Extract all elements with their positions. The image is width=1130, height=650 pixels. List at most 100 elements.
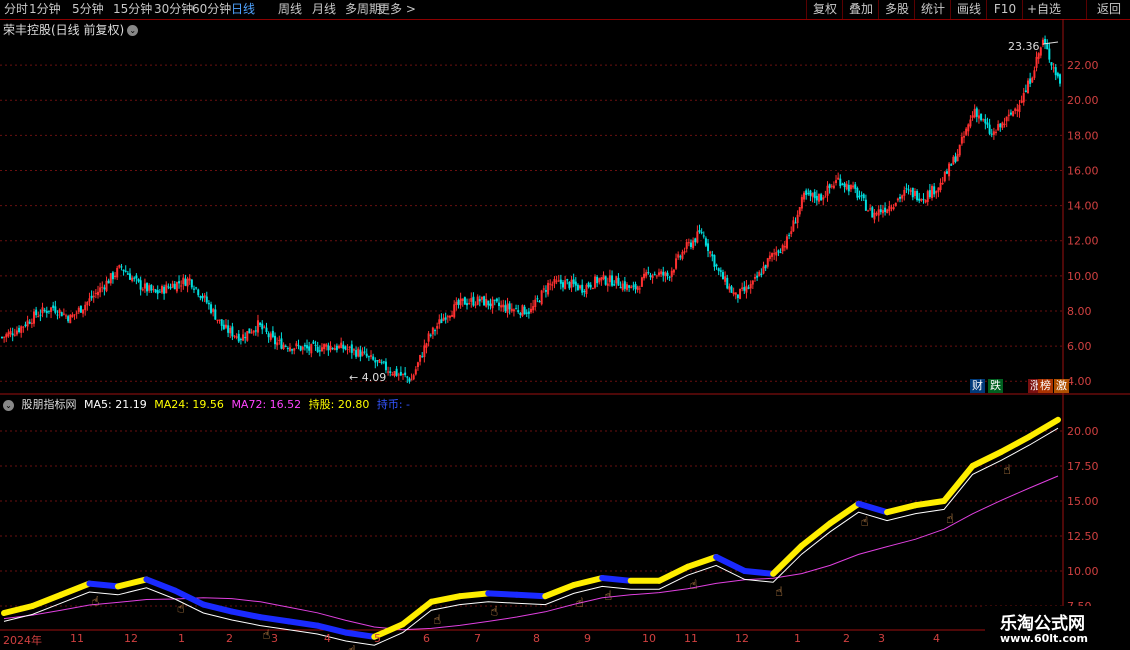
candle-body bbox=[455, 301, 458, 305]
candle-body bbox=[22, 326, 25, 328]
chevron-down-icon[interactable]: ⌄ bbox=[3, 399, 14, 411]
candle-body bbox=[954, 156, 957, 163]
candle-body bbox=[393, 371, 396, 377]
candle-body bbox=[519, 312, 522, 315]
candle-body bbox=[365, 353, 368, 357]
kline-chart[interactable]: 22.0020.0018.0016.0014.0012.0010.008.006… bbox=[0, 0, 1130, 650]
candle-body bbox=[683, 251, 686, 253]
y-tick-label: 12.00 bbox=[1067, 235, 1099, 248]
candle-body bbox=[261, 323, 264, 330]
candle-body bbox=[807, 192, 810, 194]
candle-body bbox=[263, 326, 266, 328]
time-axis-label: 2 bbox=[226, 632, 233, 645]
candle-body bbox=[325, 344, 328, 347]
candle-body bbox=[500, 305, 503, 308]
candle-body bbox=[410, 379, 413, 381]
candle-body bbox=[621, 283, 624, 291]
candle-body bbox=[534, 299, 537, 308]
candle-body bbox=[103, 287, 106, 290]
candle-body bbox=[1016, 109, 1019, 111]
ind-y-tick-label: 10.00 bbox=[1067, 565, 1099, 578]
candle-body bbox=[581, 284, 584, 293]
candle-body bbox=[593, 276, 596, 288]
candle-body bbox=[1001, 122, 1004, 128]
ma24-line bbox=[3, 427, 1059, 646]
candle-body bbox=[67, 316, 70, 322]
y-tick-label: 16.00 bbox=[1067, 164, 1099, 177]
candle-body bbox=[862, 194, 865, 199]
candle-body bbox=[448, 315, 451, 318]
candle-body bbox=[271, 330, 274, 337]
hand-marker-icon: ☝ bbox=[348, 644, 356, 650]
candle-body bbox=[668, 276, 671, 278]
candle-body bbox=[937, 187, 940, 192]
candle-body bbox=[634, 283, 637, 290]
candle-body bbox=[926, 191, 929, 202]
candle-body bbox=[762, 266, 765, 274]
candle-body bbox=[619, 287, 622, 289]
badge-finance[interactable]: 财 bbox=[970, 379, 985, 393]
candle-body bbox=[280, 338, 283, 349]
candle-body bbox=[286, 348, 289, 350]
candle-body bbox=[9, 331, 12, 335]
candle-body bbox=[207, 302, 210, 305]
candle-body bbox=[689, 242, 692, 247]
candle-body bbox=[589, 284, 592, 288]
time-axis-label: 12 bbox=[124, 632, 138, 645]
time-axis-label: 1 bbox=[178, 632, 185, 645]
candle-body bbox=[380, 362, 383, 364]
candle-body bbox=[254, 330, 257, 332]
candle-body bbox=[907, 189, 910, 191]
candle-body bbox=[837, 177, 840, 180]
badge-fall[interactable]: 跌 bbox=[988, 379, 1003, 393]
candle-body bbox=[532, 306, 535, 311]
candle-body bbox=[79, 305, 82, 313]
candle-body bbox=[1022, 93, 1025, 103]
time-axis-label: 1 bbox=[794, 632, 801, 645]
badge-active[interactable]: 激 bbox=[1054, 379, 1069, 393]
candle-body bbox=[158, 291, 161, 293]
hand-marker-icon: ☝ bbox=[1003, 463, 1011, 478]
hold-segment bbox=[656, 563, 691, 584]
candle-body bbox=[700, 231, 703, 234]
coin-segment bbox=[228, 608, 264, 621]
hold-segment bbox=[998, 433, 1033, 455]
candle-body bbox=[630, 286, 633, 289]
candle-body bbox=[877, 209, 880, 216]
time-axis-label: 5 bbox=[374, 632, 381, 645]
candle-body bbox=[792, 220, 795, 232]
candle-body bbox=[845, 183, 848, 190]
candle-body bbox=[591, 287, 594, 290]
candle-body bbox=[363, 351, 366, 353]
candle-body bbox=[41, 307, 44, 314]
candle-body bbox=[1039, 47, 1042, 56]
candle-body bbox=[896, 198, 899, 201]
candle-body bbox=[736, 294, 739, 298]
candle-body bbox=[483, 296, 486, 306]
hand-marker-icon: ☝ bbox=[775, 585, 783, 600]
badge-rank[interactable]: 榜 bbox=[1038, 379, 1053, 393]
candle-body bbox=[726, 277, 729, 289]
candle-body bbox=[370, 355, 373, 357]
hand-marker-icon: ☝ bbox=[861, 515, 869, 530]
candle-body bbox=[734, 292, 737, 295]
candle-body bbox=[687, 242, 690, 244]
candle-body bbox=[724, 276, 727, 282]
candle-body bbox=[376, 360, 379, 362]
candle-body bbox=[945, 171, 948, 174]
candle-body bbox=[645, 272, 648, 277]
candle-body bbox=[600, 277, 603, 281]
candle-body bbox=[576, 284, 579, 291]
y-tick-label: 4.00 bbox=[1067, 375, 1092, 388]
hold-segment bbox=[1, 603, 36, 616]
hold-segment bbox=[912, 498, 948, 509]
candle-body bbox=[20, 326, 23, 333]
candle-body bbox=[990, 133, 993, 135]
candle-body bbox=[638, 288, 641, 290]
candle-body bbox=[843, 183, 846, 188]
candle-body bbox=[824, 196, 827, 198]
candle-body bbox=[779, 252, 782, 254]
candle-body bbox=[756, 275, 759, 278]
candle-body bbox=[201, 296, 204, 299]
ind-y-tick-label: 12.50 bbox=[1067, 530, 1099, 543]
